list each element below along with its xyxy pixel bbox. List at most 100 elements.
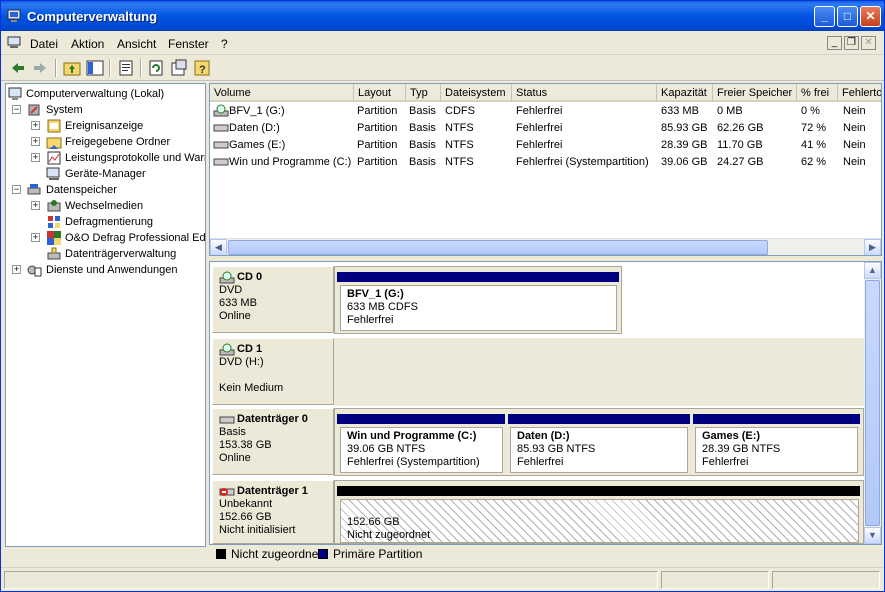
disk-label-cd0[interactable]: CD 0 DVD 633 MB Online (212, 266, 334, 333)
tree-item-wechselmedien[interactable]: Wechselmedien (65, 198, 143, 214)
partition-e[interactable]: Games (E:) 28.39 GB NTFS Fehlerfrei (695, 427, 858, 473)
disk-name: CD 1 (237, 343, 263, 355)
disk-state: Online (219, 310, 251, 322)
tree-item-leistungsprotokolle[interactable]: Leistungsprotokolle und Warn (65, 150, 205, 166)
disk-label-cd1[interactable]: CD 1 DVD (H:) Kein Medium (212, 338, 334, 405)
unallocated-bar (337, 486, 860, 496)
help-icon[interactable]: ? (193, 59, 211, 77)
partition-size: 633 MB CDFS (347, 301, 418, 313)
column-header-status[interactable]: Status (512, 84, 657, 102)
menu-datei[interactable]: Datei (30, 37, 58, 51)
column-header-fehlertoleranz[interactable]: Fehlertoleranz (838, 84, 881, 102)
tree-item-datenspeicher[interactable]: Datenspeicher (46, 182, 117, 198)
cell-layout: Partition (357, 139, 398, 151)
cell-prozent-frei: 0 % (801, 105, 820, 117)
expand-toggle[interactable]: + (12, 265, 21, 274)
scroll-thumb[interactable] (228, 240, 768, 255)
scroll-right-button[interactable]: ▶ (864, 239, 881, 255)
cell-kapazitaet: 85.93 GB (661, 122, 708, 134)
maximize-button[interactable]: □ (837, 6, 858, 27)
child-restore-button[interactable]: ❐ (844, 36, 859, 50)
disk-type: DVD (219, 284, 243, 296)
close-button[interactable]: ✕ (860, 6, 881, 27)
cell-status: Fehlerfrei (516, 105, 563, 117)
unallocated-size: 152.66 GB (347, 516, 400, 528)
disk-state: Online (219, 452, 251, 464)
tree-item-oo-defrag[interactable]: O&O Defrag Professional Edi (65, 230, 205, 246)
tree-item-ereignisanzeige[interactable]: Ereignisanzeige (65, 118, 143, 134)
up-folder-icon[interactable] (63, 59, 81, 77)
column-header-freier-speicher[interactable]: Freier Speicher (713, 84, 797, 102)
collapse-storage-toggle[interactable]: − (12, 185, 21, 194)
disk-size: 153.38 GB (219, 439, 272, 451)
scroll-up-button[interactable]: ▲ (864, 262, 881, 279)
menu-aktion[interactable]: Aktion (71, 37, 104, 51)
scroll-left-button[interactable]: ◀ (210, 239, 227, 255)
cell-fehlertoleranz: Nein (843, 139, 866, 151)
event-viewer-icon (47, 119, 61, 133)
cell-fehlertoleranz: Nein (843, 122, 866, 134)
cell-freier-speicher: 11.70 GB (717, 139, 763, 151)
column-header-layout[interactable]: Layout (354, 84, 406, 102)
menu-ansicht[interactable]: Ansicht (117, 37, 156, 51)
legend-label-primary: Primäre Partition (333, 547, 423, 561)
column-header-volume[interactable]: Volume (210, 84, 354, 102)
partition-g[interactable]: BFV_1 (G:) 633 MB CDFS Fehlerfrei (340, 285, 617, 331)
cell-dateisystem: CDFS (445, 105, 475, 117)
scroll-thumb[interactable] (865, 280, 880, 526)
back-arrow-icon[interactable] (9, 59, 27, 77)
cell-dateisystem: NTFS (445, 156, 474, 168)
expand-toggle[interactable]: + (31, 201, 40, 210)
child-minimize-button[interactable]: _ (827, 36, 842, 50)
column-header-typ[interactable]: Typ (406, 84, 441, 102)
column-header-dateisystem[interactable]: Dateisystem (441, 84, 512, 102)
scroll-down-button[interactable]: ▼ (864, 527, 881, 544)
tree-item-geraete-manager[interactable]: Geräte-Manager (65, 166, 146, 182)
disk-label-disk1[interactable]: Datenträger 1 Unbekannt 152.66 GB Nicht … (212, 480, 334, 544)
export-list-icon[interactable] (170, 59, 188, 77)
tree-item-dienste[interactable]: Dienste und Anwendungen (46, 262, 178, 278)
disk-view-vertical-scrollbar[interactable]: ▲ ▼ (864, 262, 881, 544)
partition-d[interactable]: Daten (D:) 85.93 GB NTFS Fehlerfrei (510, 427, 688, 473)
tree-item-system[interactable]: System (46, 102, 83, 118)
defragmentation-icon (48, 216, 60, 228)
uninitialized-disk-icon (219, 488, 235, 496)
cell-dateisystem: NTFS (445, 122, 474, 134)
list-horizontal-scrollbar[interactable]: ◀ ▶ (210, 238, 881, 255)
unallocated-space[interactable]: 152.66 GB Nicht zugeordnet (340, 499, 859, 543)
partition-size: 85.93 GB NTFS (517, 443, 596, 455)
tree-item-defragmentierung[interactable]: Defragmentierung (65, 214, 153, 230)
properties-icon[interactable] (117, 59, 135, 77)
menu-help[interactable]: ? (221, 37, 228, 51)
menu-fenster[interactable]: Fenster (168, 37, 209, 51)
document-window-icon[interactable] (7, 36, 23, 50)
show-hide-tree-icon[interactable] (86, 59, 104, 77)
cell-layout: Partition (357, 122, 398, 134)
partition-strip-cd0: BFV_1 (G:) 633 MB CDFS Fehlerfrei (334, 266, 622, 334)
expand-toggle[interactable]: + (31, 137, 40, 146)
column-header-kapazitaet[interactable]: Kapazität (657, 84, 713, 102)
partition-c[interactable]: Win und Programme (C:) 39.06 GB NTFS Feh… (340, 427, 503, 473)
expand-toggle[interactable]: + (31, 233, 40, 242)
disk-name: CD 0 (237, 271, 263, 283)
disk-label-disk0[interactable]: Datenträger 0 Basis 153.38 GB Online (212, 408, 334, 475)
expand-toggle[interactable]: + (31, 153, 40, 162)
tree-label[interactable]: Computerverwaltung (Lokal) (26, 86, 164, 102)
collapse-system-toggle[interactable]: − (12, 105, 21, 114)
column-header-prozent-frei[interactable]: % frei (797, 84, 838, 102)
partition-strip-cd1 (334, 338, 864, 406)
tree-horizontal-scrollbar[interactable]: ◀ ▶ (6, 546, 205, 547)
system-tools-icon (28, 104, 40, 116)
expand-toggle[interactable]: + (31, 121, 40, 130)
forward-arrow-icon[interactable] (31, 59, 49, 77)
disk-type: Unbekannt (219, 498, 273, 510)
child-close-button[interactable]: ✕ (861, 36, 876, 50)
cell-prozent-frei: 41 % (801, 139, 827, 151)
cell-status: Fehlerfrei (516, 122, 563, 134)
minimize-button[interactable]: _ (814, 6, 835, 27)
title-bar[interactable]: Computerverwaltung _ □ ✕ (1, 1, 884, 31)
tree-item-freigegebene-ordner[interactable]: Freigegebene Ordner (65, 134, 170, 150)
window-title: Computerverwaltung (27, 9, 158, 24)
tree-item-datentraegerverwaltung[interactable]: Datenträgerverwaltung (65, 246, 176, 262)
refresh-icon[interactable] (147, 59, 165, 77)
